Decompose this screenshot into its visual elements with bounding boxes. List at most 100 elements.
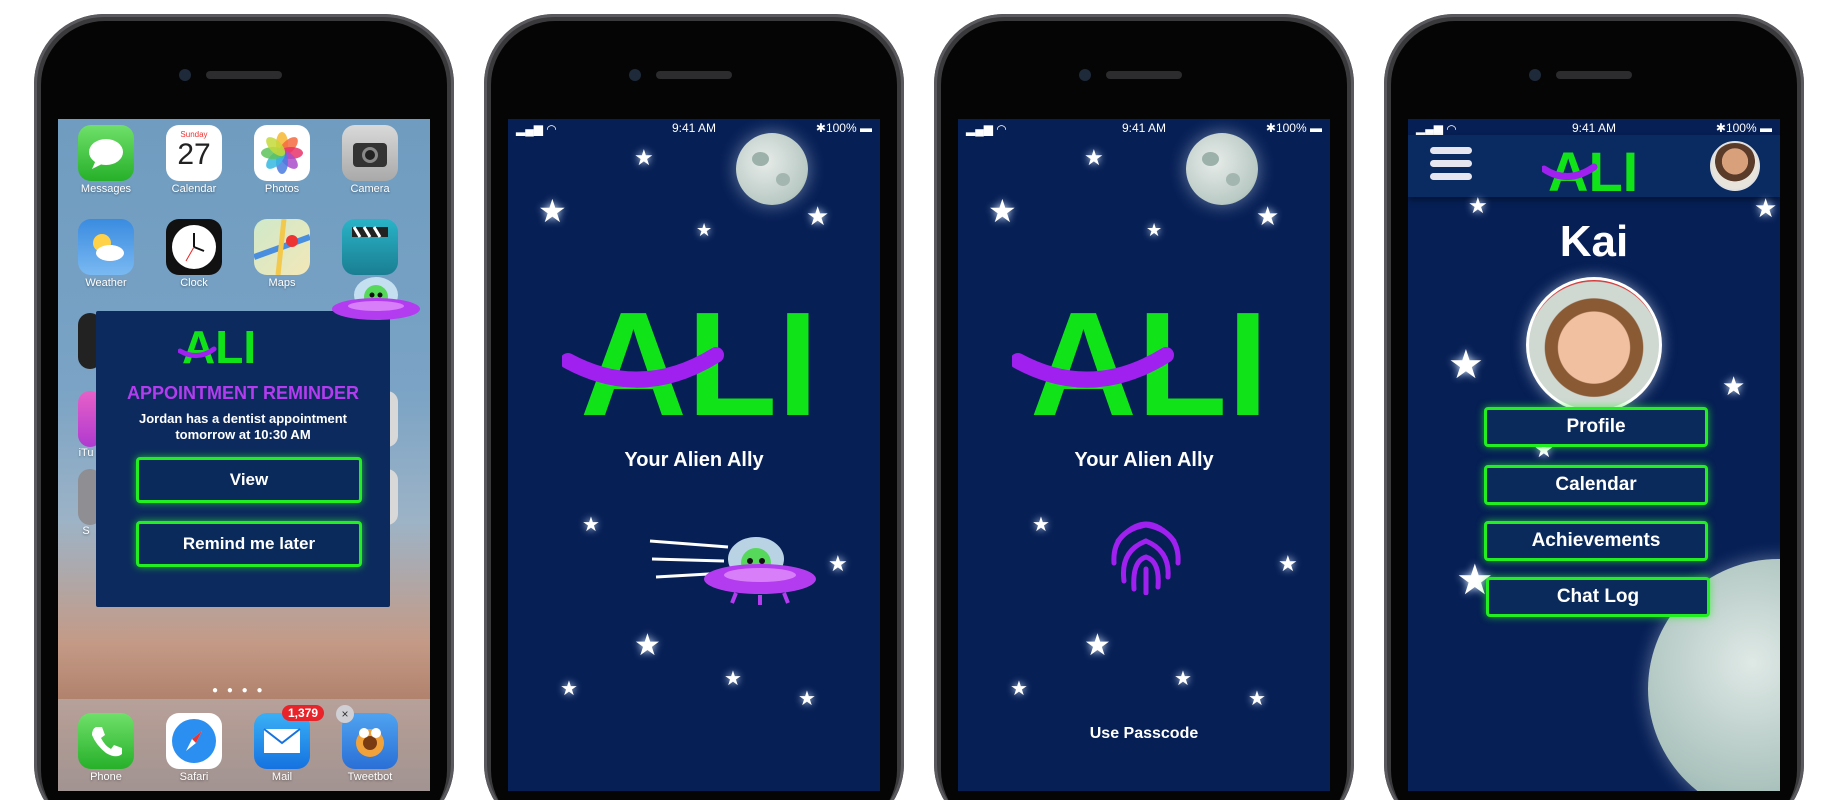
- star-icon: ★: [1146, 220, 1163, 240]
- bluetooth-icon: ✱: [815, 121, 826, 135]
- front-camera: [1529, 69, 1541, 81]
- app-label: Phone: [90, 771, 122, 783]
- star-icon: ★: [798, 688, 816, 710]
- user-avatar[interactable]: [1710, 141, 1760, 191]
- child-name: Kai: [1559, 217, 1629, 266]
- svg-text:ALI: ALI: [182, 321, 256, 369]
- speaker-grille: [1556, 71, 1632, 79]
- ali-logo: ALI: [562, 283, 818, 423]
- svg-text:ALI: ALI: [1030, 283, 1268, 423]
- calendar-date: 27: [177, 138, 211, 171]
- notification-body: Jordan has a dentist appointment tomorro…: [138, 411, 348, 442]
- mail-badge: 1,379: [282, 705, 325, 721]
- app-label: Photos: [264, 183, 300, 195]
- star-icon: ★: [1174, 668, 1192, 690]
- child-photo: [1526, 277, 1662, 413]
- bluetooth-icon: ✱: [1715, 121, 1726, 135]
- calendar-button[interactable]: Calendar: [1484, 465, 1708, 505]
- remind-me-later-button[interactable]: Remind me later: [136, 521, 362, 567]
- star-icon: ★: [634, 629, 661, 662]
- phone-home-screen: Messages Sunday 27 Calendar Photos Camer…: [34, 14, 454, 800]
- menu-icon[interactable]: [1430, 147, 1472, 186]
- app-label: Weather: [85, 277, 127, 289]
- front-camera: [179, 69, 191, 81]
- tagline: Your Alien Ally: [1074, 449, 1214, 471]
- tweetbot-app-icon[interactable]: [342, 713, 398, 769]
- star-icon: ★: [828, 551, 848, 576]
- svg-text:ALI: ALI: [580, 283, 818, 423]
- chat-log-button[interactable]: Chat Log: [1486, 577, 1710, 617]
- videos-app-icon[interactable]: [342, 219, 398, 275]
- use-passcode-link[interactable]: Use Passcode: [958, 725, 1330, 743]
- battery-percent: 100%: [1725, 121, 1757, 135]
- app-label: Safari: [179, 771, 209, 783]
- star-icon: ★: [1448, 343, 1484, 387]
- app-label: Mail: [271, 771, 293, 783]
- battery-indicator: ✱100% ▬: [1265, 121, 1322, 135]
- app-label: Messages: [80, 183, 132, 195]
- maps-app-icon[interactable]: [252, 218, 312, 276]
- weather-app-icon[interactable]: [78, 219, 134, 275]
- messages-app-icon[interactable]: [78, 125, 134, 181]
- ufo-alien-icon: [332, 277, 420, 320]
- login-screen: ▂▄▆ ◠ 9:41 AM ✱100% ▬ ★ ★ ★ ★ ★ ★ ★ ★ ★ …: [958, 119, 1330, 791]
- photos-app-icon[interactable]: [254, 125, 310, 181]
- clock-app-icon[interactable]: [166, 219, 222, 275]
- star-icon: ★: [1248, 688, 1266, 710]
- phone-profile-screen: ▂▄▆ ◠ 9:41 AM ✱100% ▬ ALI ★ ★ Kai ★ ★ ★ …: [1384, 14, 1804, 800]
- speaker-grille: [206, 71, 282, 79]
- speaker-grille: [1106, 71, 1182, 79]
- camera-app-icon[interactable]: [342, 125, 398, 181]
- front-camera: [629, 69, 641, 81]
- star-icon: ★: [1722, 371, 1746, 401]
- phone-splash-screen: ▂▄▆ ◠ 9:41 AM ✱100% ▬ ★ ★ ★ ★ ★ ★ ★ ★ ★ …: [484, 14, 904, 800]
- photos-icon: [261, 132, 303, 174]
- view-button[interactable]: View: [136, 457, 362, 503]
- calendar-app-icon[interactable]: Sunday 27: [166, 125, 222, 181]
- star-icon: ★: [634, 145, 654, 170]
- splash-screen: ▂▄▆ ◠ 9:41 AM ✱100% ▬ ★ ★ ★ ★ ★ ★ ★ ★ ★ …: [508, 119, 880, 791]
- battery-percent: 100%: [825, 121, 857, 135]
- star-icon: ★: [538, 193, 567, 229]
- star-icon: ★: [1278, 551, 1298, 576]
- status-bar: ▂▄▆ ◠ 9:41 AM ✱100% ▬: [508, 119, 880, 136]
- phone-app-icon[interactable]: [78, 713, 134, 769]
- bluetooth-icon: ✱: [1265, 121, 1276, 135]
- status-bar: ▂▄▆ ◠ 9:41 AM ✱100% ▬: [1408, 119, 1780, 136]
- app-label: Clock: [180, 277, 208, 289]
- moon-icon: [1186, 133, 1258, 205]
- app-label: Tweetbot: [347, 771, 393, 783]
- battery-percent: 100%: [1275, 121, 1307, 135]
- ali-logo: ALI: [177, 321, 268, 373]
- star-icon: ★: [724, 668, 742, 690]
- page-dots: ● ● ● ●: [212, 685, 266, 696]
- ali-logo-mark: ALI: [177, 321, 256, 373]
- star-icon: ★: [696, 220, 713, 240]
- tagline: Your Alien Ally: [624, 449, 764, 471]
- battery-indicator: ✱100% ▬: [815, 121, 872, 135]
- star-icon: ★: [1084, 629, 1111, 662]
- safari-app-icon[interactable]: [166, 713, 222, 769]
- delete-badge[interactable]: ×: [336, 705, 354, 723]
- phone-fingerprint-screen: ▂▄▆ ◠ 9:41 AM ✱100% ▬ ★ ★ ★ ★ ★ ★ ★ ★ ★ …: [934, 14, 1354, 800]
- star-icon: ★: [1032, 514, 1050, 536]
- mail-app-icon[interactable]: [254, 713, 310, 769]
- fingerprint-icon[interactable]: [1106, 511, 1186, 595]
- battery-indicator: ✱100% ▬: [1715, 121, 1772, 135]
- appointment-notification: ALI APPOINTMENT REMINDER Jordan has a de…: [96, 311, 390, 607]
- speaker-grille: [656, 71, 732, 79]
- ali-logo: ALI: [1012, 283, 1268, 423]
- achievements-button[interactable]: Achievements: [1484, 521, 1708, 561]
- app-label: Camera: [350, 183, 390, 195]
- star-icon: ★: [1084, 145, 1104, 170]
- ali-logo: ALI: [1542, 140, 1638, 195]
- star-icon: ★: [1010, 678, 1028, 700]
- star-icon: ★: [1468, 193, 1488, 218]
- moon-icon: [736, 133, 808, 205]
- star-icon: ★: [582, 514, 600, 536]
- profile-button[interactable]: Profile: [1484, 407, 1708, 447]
- dock: Phone Safari 1,379 Mail × Tweetbot: [58, 699, 430, 791]
- top-nav-bar: ALI: [1408, 135, 1780, 197]
- app-label: Maps: [268, 277, 296, 289]
- ufo-alien-icon: [649, 537, 816, 605]
